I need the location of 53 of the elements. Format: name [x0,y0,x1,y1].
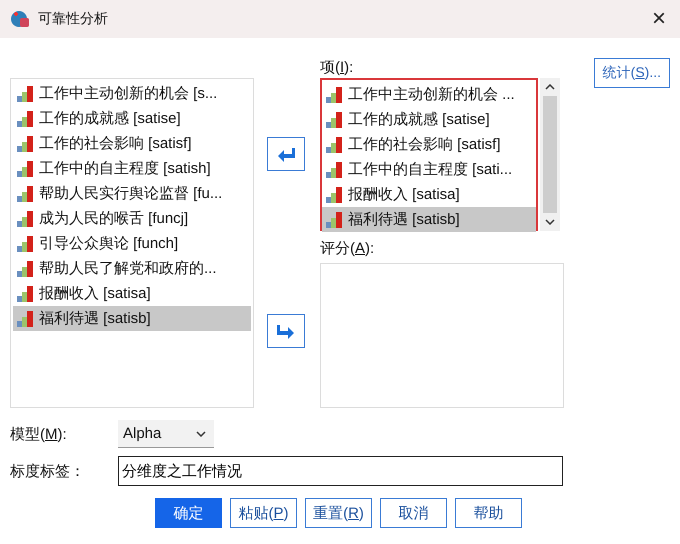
bar-chart-icon [325,86,343,104]
variable-item[interactable]: 帮助人民了解党和政府的... [13,256,251,281]
app-icon [10,9,30,29]
variable-item[interactable]: 福利待遇 [satisb] [13,306,251,331]
bar-chart-icon [325,210,343,228]
close-button[interactable]: × [648,7,670,31]
dialog-button[interactable]: 帮助 [455,498,522,528]
move-left-button[interactable] [267,137,305,171]
scale-label-field[interactable]: 分维度之工作情况 [118,456,563,486]
model-label: 模型(M): [10,424,68,444]
bar-chart-icon [16,284,34,302]
scroll-up-icon[interactable] [545,84,555,90]
bar-chart-icon [16,160,34,178]
dialog-button[interactable]: 取消 [380,498,447,528]
dialog-button[interactable]: 确定 [155,498,222,528]
rating-label: 评分(A): [320,239,376,259]
variable-item[interactable]: 福利待遇 [satisb] [322,207,536,232]
variable-item[interactable]: 引导公众舆论 [funch] [13,231,251,256]
variable-item[interactable]: 工作中主动创新的机会 [s... [13,81,251,106]
bar-chart-icon [16,84,34,102]
variable-item[interactable]: 报酬收入 [satisa] [322,182,536,207]
model-dropdown[interactable]: Alpha [118,420,214,448]
variable-item[interactable]: 工作的社会影响 [satisf] [13,131,251,156]
bar-chart-icon [325,136,343,154]
variable-item[interactable]: 报酬收入 [satisa] [13,281,251,306]
bar-chart-icon [16,234,34,252]
scrollbar[interactable] [540,78,560,231]
bar-chart-icon [16,134,34,152]
variable-item[interactable]: 工作中的自主程度 [satish] [13,156,251,181]
variable-item[interactable]: 帮助人民实行舆论监督 [fu... [13,181,251,206]
bar-chart-icon [16,260,34,278]
variable-item[interactable]: 工作中的自主程度 [sati... [322,157,536,182]
bar-chart-icon [16,210,34,228]
dialog-button[interactable]: 粘贴(P) [230,498,297,528]
bar-chart-icon [325,110,343,128]
dialog-button[interactable]: 重置(R) [305,498,372,528]
variable-item[interactable]: 工作的成就感 [satise] [322,107,536,132]
variable-item[interactable]: 工作的社会影响 [satisf] [322,132,536,157]
bar-chart-icon [325,186,343,204]
scale-label: 标度标签： [10,462,86,480]
variable-item[interactable]: 成为人民的喉舌 [funcj] [13,206,251,231]
scroll-down-icon[interactable] [545,219,555,225]
items-label: 项(I): [320,58,354,78]
bar-chart-icon [16,184,34,202]
bar-chart-icon [16,110,34,128]
statistics-button[interactable]: 统计(S)... [594,58,670,88]
window-title: 可靠性分析 [38,10,109,28]
variable-item[interactable]: 工作中主动创新的机会 ... [322,82,536,107]
move-right-button[interactable] [267,314,305,348]
bar-chart-icon [325,160,343,178]
chevron-icon [196,430,206,436]
variable-item[interactable]: 工作的成就感 [satise] [13,106,251,131]
bar-chart-icon [16,310,34,328]
